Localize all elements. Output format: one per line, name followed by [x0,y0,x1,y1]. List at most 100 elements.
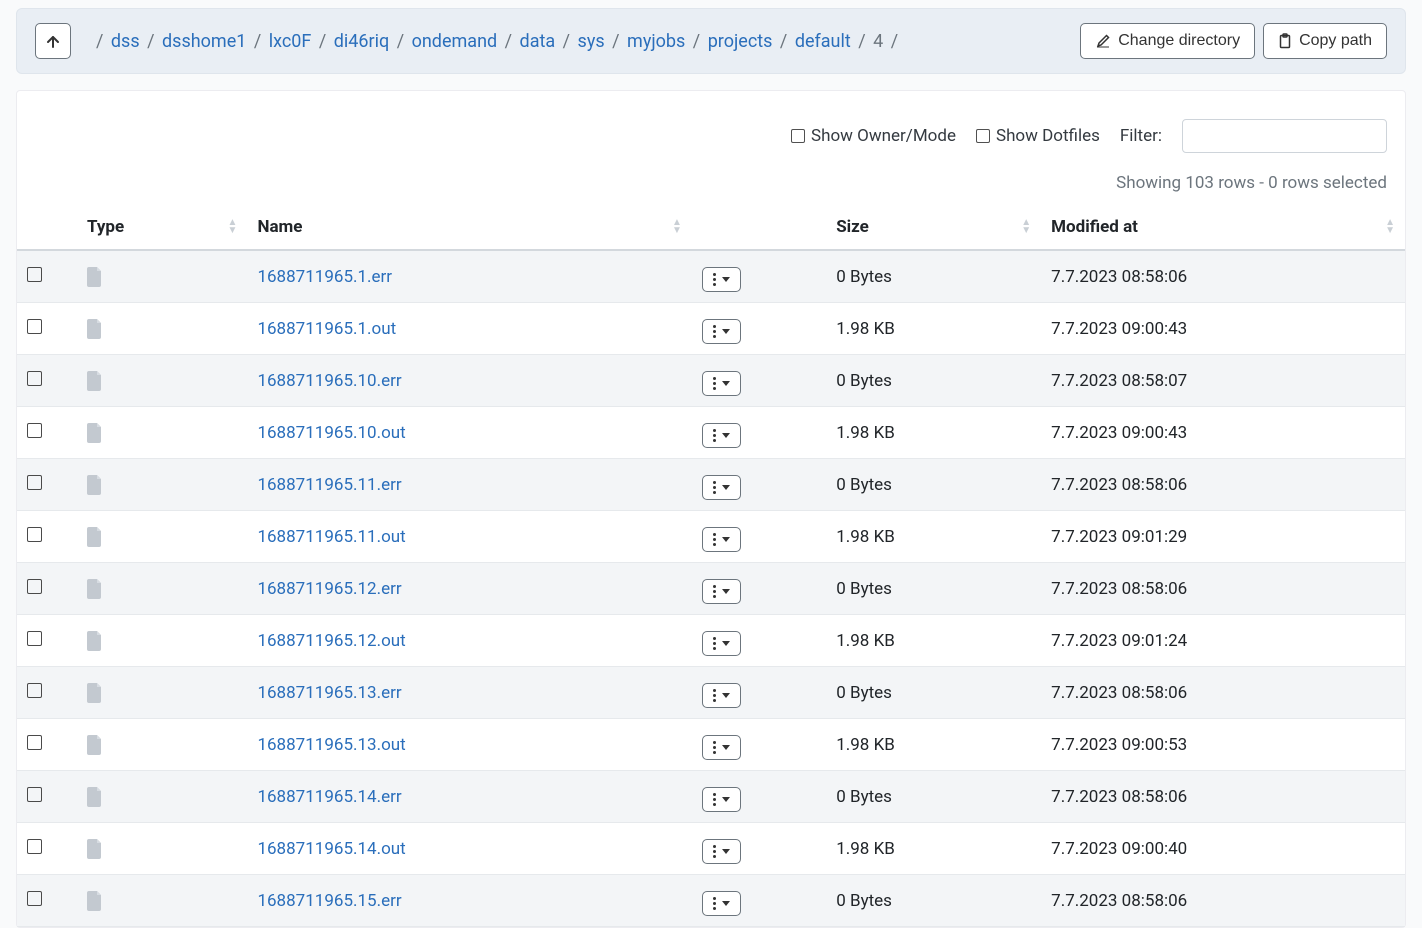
file-name-link[interactable]: 1688711965.10.out [257,423,405,443]
row-actions-button[interactable] [702,735,741,760]
arrow-up-icon [45,31,61,52]
file-name-link[interactable]: 1688711965.12.out [257,631,405,651]
column-header-size[interactable]: Size ▲▼ [826,205,1041,250]
row-actions-button[interactable] [702,319,741,344]
vertical-dots-icon [713,585,716,598]
row-checkbox[interactable] [27,839,42,854]
show-dotfiles-toggle[interactable]: Show Dotfiles [976,126,1100,146]
row-checkbox[interactable] [27,683,42,698]
vertical-dots-icon [713,637,716,650]
change-directory-button[interactable]: Change directory [1080,23,1255,59]
checkbox-icon [976,129,990,143]
show-owner-mode-toggle[interactable]: Show Owner/Mode [791,126,956,146]
file-modified: 7.7.2023 09:00:43 [1041,407,1405,459]
row-actions-button[interactable] [702,787,741,812]
row-checkbox[interactable] [27,475,42,490]
file-icon [87,630,103,650]
up-directory-button[interactable] [35,23,71,59]
table-row: 1688711965.1.err0 Bytes7.7.2023 08:58:06 [17,250,1405,303]
column-header-actions [692,205,826,250]
file-name-link[interactable]: 1688711965.13.err [257,683,401,703]
file-icon [87,890,103,910]
file-size: 0 Bytes [826,875,1041,927]
file-name-link[interactable]: 1688711965.13.out [257,735,405,755]
row-actions-button[interactable] [702,423,741,448]
file-icon [87,682,103,702]
file-name-link[interactable]: 1688711965.11.err [257,475,401,495]
chevron-down-icon [722,589,730,594]
row-actions-button[interactable] [702,683,741,708]
column-header-modified[interactable]: Modified at ▲▼ [1041,205,1405,250]
file-name-link[interactable]: 1688711965.12.err [257,579,401,599]
breadcrumb-link[interactable]: dsshome1 [162,31,246,52]
file-name-link[interactable]: 1688711965.1.out [257,319,396,339]
row-actions-button[interactable] [702,631,741,656]
sort-arrows-icon: ▲▼ [672,219,682,235]
vertical-dots-icon [713,741,716,754]
file-modified: 7.7.2023 08:58:06 [1041,563,1405,615]
breadcrumb: / dss / dsshome1 / lxc0F / di46riq / ond… [93,31,1072,52]
column-header-name[interactable]: Name ▲▼ [247,205,691,250]
breadcrumb-link[interactable]: sys [578,31,605,52]
breadcrumb-link[interactable]: lxc0F [269,31,312,52]
row-checkbox[interactable] [27,319,42,334]
row-checkbox[interactable] [27,735,42,750]
file-name-link[interactable]: 1688711965.1.err [257,267,392,287]
file-list-panel: Show Owner/Mode Show Dotfiles Filter: Sh… [16,90,1406,928]
row-actions-button[interactable] [702,371,741,396]
row-checkbox[interactable] [27,267,42,282]
file-name-link[interactable]: 1688711965.11.out [257,527,405,547]
breadcrumb-link[interactable]: di46riq [334,31,389,52]
row-actions-button[interactable] [702,839,741,864]
vertical-dots-icon [713,429,716,442]
row-actions-button[interactable] [702,579,741,604]
file-icon [87,474,103,494]
table-row: 1688711965.13.err0 Bytes7.7.2023 08:58:0… [17,667,1405,719]
row-actions-button[interactable] [702,527,741,552]
filter-input[interactable] [1182,119,1387,153]
file-name-link[interactable]: 1688711965.14.out [257,839,405,859]
breadcrumb-current: 4 [873,31,883,52]
copy-path-button[interactable]: Copy path [1263,23,1387,59]
file-name-link[interactable]: 1688711965.10.err [257,371,401,391]
change-directory-label: Change directory [1118,32,1240,50]
row-checkbox[interactable] [27,527,42,542]
breadcrumb-bar: / dss / dsshome1 / lxc0F / di46riq / ond… [16,8,1406,74]
row-checkbox[interactable] [27,371,42,386]
breadcrumb-link[interactable]: ondemand [412,31,498,52]
row-actions-button[interactable] [702,891,741,916]
breadcrumb-link[interactable]: projects [708,31,773,52]
row-checkbox[interactable] [27,631,42,646]
breadcrumb-link[interactable]: dss [111,31,140,52]
breadcrumb-link[interactable]: default [795,31,851,52]
chevron-down-icon [722,849,730,854]
row-checkbox[interactable] [27,579,42,594]
row-checkbox[interactable] [27,787,42,802]
row-checkbox[interactable] [27,423,42,438]
column-header-checkbox [17,205,77,250]
file-modified: 7.7.2023 09:00:40 [1041,823,1405,875]
files-table: Type ▲▼ Name ▲▼ Size ▲▼ Modified at ▲▼ 1… [17,205,1405,927]
file-modified: 7.7.2023 08:58:06 [1041,250,1405,303]
row-actions-button[interactable] [702,475,741,500]
breadcrumb-link[interactable]: data [520,31,556,52]
table-row: 1688711965.10.out 1.98 KB7.7.2023 09:00:4… [17,407,1405,459]
chevron-down-icon [722,329,730,334]
file-modified: 7.7.2023 08:58:06 [1041,875,1405,927]
chevron-down-icon [722,381,730,386]
file-size: 1.98 KB [826,407,1041,459]
chevron-down-icon [722,433,730,438]
file-icon [87,526,103,546]
file-name-link[interactable]: 1688711965.14.err [257,787,401,807]
row-actions-button[interactable] [702,267,741,292]
file-size: 0 Bytes [826,771,1041,823]
show-owner-mode-label: Show Owner/Mode [811,126,956,146]
table-row: 1688711965.11.out1.98 KB7.7.2023 09:01:2… [17,511,1405,563]
column-header-type[interactable]: Type ▲▼ [77,205,248,250]
table-row: 1688711965.14.err0 Bytes7.7.2023 08:58:0… [17,771,1405,823]
vertical-dots-icon [713,897,716,910]
file-name-link[interactable]: 1688711965.15.err [257,891,401,911]
edit-icon [1095,32,1111,50]
breadcrumb-link[interactable]: myjobs [627,31,685,52]
row-checkbox[interactable] [27,891,42,906]
